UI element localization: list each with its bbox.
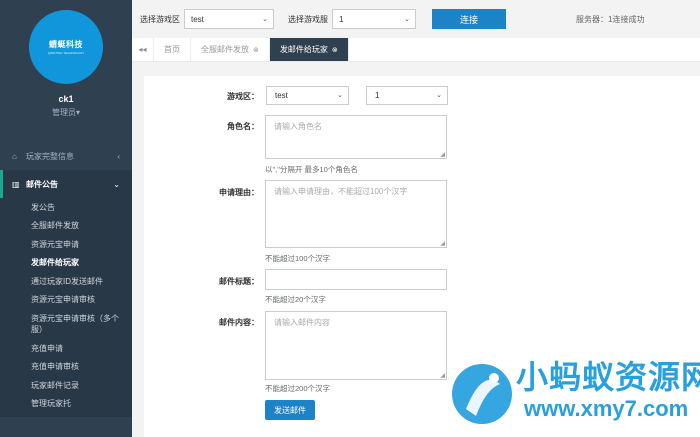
server-select-value: 1	[339, 14, 344, 24]
submenu-item[interactable]: 充值申请审核	[0, 358, 132, 377]
watermark-url: www.xmy7.com	[524, 396, 689, 421]
sidebar-item-mail-notice[interactable]: ▥ 邮件公告 ⌄	[0, 170, 132, 198]
sidebar-item-player-info[interactable]: ⌂ 玩家完整信息 ‹	[0, 142, 132, 170]
submenu-item[interactable]: 发公告	[0, 198, 132, 217]
mail-content-help: 不能超过200个汉字	[265, 384, 331, 393]
reason-help: 不能超过100个汉字	[265, 254, 331, 263]
submenu-item[interactable]: 通过玩家ID发送邮件	[0, 272, 132, 291]
submenu-item[interactable]: 充值申请	[0, 339, 132, 358]
tab-home[interactable]: 首页	[154, 38, 191, 61]
submenu-item-current[interactable]: 发邮件给玩家	[0, 254, 132, 273]
chevron-down-icon: ⌄	[436, 92, 442, 99]
server-select[interactable]: 1 ⌄	[332, 9, 416, 29]
logo-subtext: QINGTING TECHNOLOGY	[47, 51, 85, 55]
connect-button[interactable]: 连接	[432, 9, 506, 29]
form-server-select[interactable]: 1 ⌄	[366, 86, 448, 105]
submenu-item[interactable]: 资源元宝申请审核（多个服）	[0, 309, 132, 339]
chevron-down-icon: ⌄	[337, 92, 343, 99]
role-name-input[interactable]: 请输入角色名 ◢	[265, 115, 447, 159]
submenu-item[interactable]: 玩家邮件记录	[0, 376, 132, 395]
resize-handle-icon[interactable]: ◢	[440, 151, 445, 158]
zone-select[interactable]: test ⌄	[184, 9, 274, 29]
sidebar-item-label: 邮件公告	[26, 179, 58, 189]
chevron-down-icon: ⌄	[262, 16, 268, 23]
zone-select-value: test	[191, 14, 204, 24]
topbar: 选择游戏区 test ⌄ 选择游戏服 1 ⌄ 连接 服务器：1连接成功	[132, 0, 700, 38]
form-zone-select[interactable]: test ⌄	[266, 86, 349, 105]
chevron-down-icon: ⌄	[113, 179, 120, 189]
logo-text: 蜻蜓科技	[49, 40, 83, 49]
tab-global-mail[interactable]: 全服邮件发放 ⊗	[191, 38, 270, 61]
home-icon: ⌂	[12, 151, 17, 161]
mail-content-label: 邮件内容：	[219, 318, 259, 327]
username: ck1	[58, 94, 74, 104]
watermark-text: 小蚂蚁资源网	[516, 359, 700, 395]
submenu-item[interactable]: 资源元宝申请	[0, 235, 132, 254]
watermark: 小蚂蚁资源网 www.xmy7.com	[446, 352, 700, 437]
mail-content-input[interactable]: 请输入邮件内容 ◢	[265, 311, 447, 380]
server-select-label: 选择游戏服	[288, 14, 328, 24]
tab-label: 全服邮件发放	[201, 45, 249, 54]
tab-label: 发邮件给玩家	[279, 45, 328, 54]
close-icon[interactable]: ⊗	[332, 46, 338, 54]
form-server-value: 1	[375, 91, 380, 100]
mail-title-input[interactable]	[265, 269, 447, 290]
reason-label: 申请理由：	[219, 188, 259, 197]
sidebar: 蜻蜓科技 QINGTING TECHNOLOGY ck1 管理员▾ ⌂ 玩家完整…	[0, 0, 132, 437]
server-status: 服务器：1连接成功	[576, 14, 645, 24]
tab-send-mail-player[interactable]: 发邮件给玩家 ⊗	[269, 38, 349, 61]
role-dropdown[interactable]: 管理员▾	[0, 107, 132, 118]
send-mail-button[interactable]: 发送邮件	[265, 400, 315, 420]
sidebar-item-label: 玩家完整信息	[26, 151, 74, 161]
close-icon[interactable]: ⊗	[253, 46, 259, 54]
chevron-left-icon: ‹	[117, 151, 120, 161]
role-name-placeholder: 请输入角色名	[274, 122, 322, 131]
submenu-item[interactable]: 管理玩家托	[0, 395, 132, 414]
resize-handle-icon[interactable]: ◢	[440, 372, 445, 379]
mail-content-placeholder: 请输入邮件内容	[274, 318, 330, 327]
tab-scroll-left-button[interactable]: ◂◂	[132, 38, 154, 61]
form-zone-value: test	[275, 91, 288, 100]
reason-input[interactable]: 请输入申请理由，不能超过100个汉字 ◢	[265, 180, 447, 248]
profile: 蜻蜓科技 QINGTING TECHNOLOGY ck1 管理员▾	[0, 0, 132, 130]
chevron-down-icon: ⌄	[404, 16, 410, 23]
mail-title-help: 不能超过20个汉字	[265, 295, 326, 304]
resize-handle-icon[interactable]: ◢	[440, 240, 445, 247]
form-zone-label: 游戏区：	[227, 92, 259, 101]
reason-placeholder: 请输入申请理由，不能超过100个汉字	[274, 187, 408, 196]
submenu-item[interactable]: 全服邮件发放	[0, 217, 132, 236]
ant-logo-icon	[452, 364, 512, 424]
submenu-item[interactable]: 资源元宝申请审核	[0, 291, 132, 310]
bar-chart-icon: ▥	[12, 179, 20, 189]
avatar[interactable]: 蜻蜓科技 QINGTING TECHNOLOGY	[29, 10, 103, 84]
role-name-help: 以","分隔开 最多10个角色名	[265, 165, 358, 174]
tab-bar: ◂◂ 首页 全服邮件发放 ⊗ 发邮件给玩家 ⊗	[132, 38, 700, 62]
tab-label: 首页	[164, 45, 180, 54]
role-name-label: 角色名：	[227, 122, 259, 131]
mail-title-label: 邮件标题：	[219, 277, 259, 286]
zone-select-label: 选择游戏区	[140, 14, 180, 24]
submenu: 发公告 全服邮件发放 资源元宝申请 发邮件给玩家 通过玩家ID发送邮件 资源元宝…	[0, 198, 132, 417]
